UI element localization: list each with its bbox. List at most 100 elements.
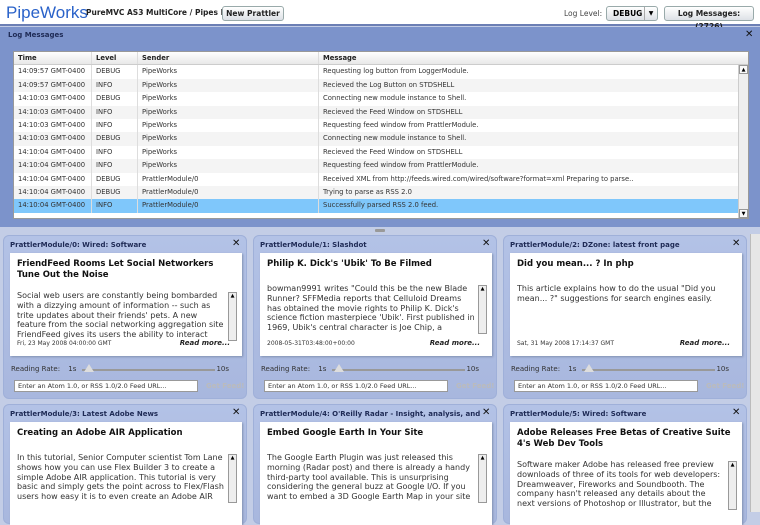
article-body: The Google Earth Plugin was just release… bbox=[267, 453, 471, 502]
cell-sender: PipeWorks bbox=[138, 118, 319, 133]
feed-url-input[interactable]: Enter an Atom 1.0, or RSS 1.0/2.0 Feed U… bbox=[14, 380, 198, 392]
scroll-up-icon[interactable]: ▲ bbox=[229, 455, 236, 461]
feed-url-input[interactable]: Enter an Atom 1.0, or RSS 1.0/2.0 Feed U… bbox=[264, 380, 448, 392]
read-more-link[interactable]: Read more... bbox=[680, 339, 730, 347]
app-logo: PipeWorks bbox=[6, 3, 88, 22]
slider-thumb[interactable] bbox=[84, 364, 94, 372]
reading-rate-label: Reading Rate: bbox=[11, 365, 61, 373]
reading-rate-slider[interactable] bbox=[82, 369, 215, 371]
table-row[interactable]: 14:10:04 GMT-0400 DEBUG PrattlerModule/0 Tr… bbox=[14, 185, 748, 200]
table-row[interactable]: 14:09:57 GMT-0400 INFO PipeWorks Recieved t… bbox=[14, 78, 748, 93]
cell-level: INFO bbox=[92, 145, 138, 160]
table-row[interactable]: 14:10:04 GMT-0400 DEBUG PrattlerModule/0 Re… bbox=[14, 172, 748, 186]
slider-thumb[interactable] bbox=[334, 364, 344, 372]
cell-level: DEBUG bbox=[92, 65, 138, 79]
feed-item-card: Philip K. Dick's 'Ubik' To Be Filmed bow… bbox=[260, 253, 492, 356]
reading-rate-min: 1s bbox=[318, 365, 327, 373]
log-level-select[interactable]: DEBUG ▼ bbox=[606, 6, 658, 21]
prattler-module: PrattlerModule/3: Latest Adobe News ✕ Cr… bbox=[3, 404, 247, 525]
cell-level: INFO bbox=[92, 199, 138, 213]
reading-rate-slider[interactable] bbox=[582, 369, 715, 371]
scroll-down-icon[interactable]: ▼ bbox=[739, 209, 748, 218]
cell-time: 14:10:04 GMT-0400 bbox=[14, 172, 92, 186]
table-row[interactable]: 14:10:04 GMT-0400 INFO PipeWorks Recieved t… bbox=[14, 145, 748, 160]
main-scrollbar[interactable] bbox=[750, 234, 760, 512]
divider-handle[interactable] bbox=[375, 229, 385, 232]
scroll-up-icon[interactable]: ▲ bbox=[479, 286, 486, 292]
cell-message: Recieved the Feed Window on STDSHELL bbox=[323, 107, 463, 116]
article-body: This article explains how to do the usua… bbox=[517, 284, 716, 303]
get-feed-button[interactable]: Get Feed! bbox=[706, 382, 744, 390]
read-more-link[interactable]: Read more... bbox=[430, 339, 480, 347]
log-table: Time Level Sender Message 14:09:57 GMT-0… bbox=[13, 51, 749, 219]
cell-message: Requesting feed window from PrattlerModu… bbox=[323, 120, 479, 129]
table-row[interactable]: 14:10:03 GMT-0400 DEBUG PipeWorks Connectin… bbox=[14, 92, 748, 106]
scroll-up-icon[interactable]: ▲ bbox=[479, 455, 486, 461]
cell-sender: PipeWorks bbox=[138, 159, 319, 173]
get-feed-button[interactable]: Get Feed! bbox=[206, 382, 244, 390]
cell-message: Trying to parse as RSS 2.0 bbox=[323, 187, 412, 196]
slider-thumb[interactable] bbox=[584, 364, 594, 372]
column-header-message[interactable]: Message bbox=[319, 52, 748, 64]
table-row[interactable]: 14:09:57 GMT-0400 DEBUG PipeWorks Requestin… bbox=[14, 65, 748, 79]
app-header: PipeWorks PureMVC AS3 MultiCore / Pipes … bbox=[0, 0, 760, 31]
close-icon[interactable]: ✕ bbox=[482, 407, 490, 418]
column-header-sender[interactable]: Sender bbox=[138, 52, 319, 65]
cell-level: INFO bbox=[92, 159, 138, 173]
prattler-module: PrattlerModule/0: Wired: Software ✕ Frie… bbox=[3, 235, 247, 399]
read-more-link[interactable]: Read more... bbox=[180, 339, 230, 347]
table-row[interactable]: 14:10:03 GMT-0400 INFO PipeWorks Requesting… bbox=[14, 118, 748, 133]
feed-url-input[interactable]: Enter an Atom 1.0, or RSS 1.0/2.0 Feed U… bbox=[514, 380, 698, 392]
column-header-level[interactable]: Level bbox=[92, 52, 138, 65]
log-messages-panel: Log Messages ✕ Time Level Sender Message… bbox=[0, 27, 760, 227]
feed-item-card: Did you mean... ? In php This article ex… bbox=[510, 253, 742, 356]
scroll-up-icon[interactable]: ▲ bbox=[739, 65, 748, 74]
cell-sender: PrattlerModule/0 bbox=[138, 172, 319, 186]
cell-sender: PipeWorks bbox=[138, 65, 319, 79]
log-level-value: DEBUG bbox=[613, 9, 643, 18]
article-scrollbar[interactable]: ▲ bbox=[228, 454, 237, 503]
get-feed-button[interactable]: Get Feed! bbox=[456, 382, 494, 390]
reading-rate-label: Reading Rate: bbox=[261, 365, 311, 373]
cell-sender: PipeWorks bbox=[138, 132, 319, 146]
close-icon[interactable]: ✕ bbox=[482, 238, 490, 249]
scroll-up-icon[interactable]: ▲ bbox=[729, 462, 736, 468]
log-messages-button[interactable]: Log Messages: (2726) bbox=[664, 6, 754, 31]
close-icon[interactable]: ✕ bbox=[232, 407, 240, 418]
table-header: Time Level Sender Message bbox=[14, 52, 748, 66]
cell-time: 14:10:03 GMT-0400 bbox=[14, 118, 92, 133]
log-scrollbar[interactable]: ▲ ▼ bbox=[738, 65, 748, 218]
prattler-module: PrattlerModule/4: O'Reilly Radar - Insig… bbox=[253, 404, 497, 525]
article-body: bowman9991 writes "Could this be the new… bbox=[267, 284, 475, 333]
new-prattler-button[interactable]: New Prattler bbox=[222, 6, 284, 21]
article-scrollbar[interactable]: ▲ bbox=[228, 292, 237, 341]
feed-item-card: Creating an Adobe AIR Application In thi… bbox=[10, 422, 242, 525]
close-icon[interactable]: ✕ bbox=[732, 238, 740, 249]
reading-rate-slider[interactable] bbox=[332, 369, 465, 371]
feed-item-card: Embed Google Earth In Your Site The Goog… bbox=[260, 422, 492, 525]
panel-title: Log Messages bbox=[8, 31, 64, 39]
module-title: PrattlerModule/5: Wired: Software bbox=[510, 410, 647, 418]
article-date: Fri, 23 May 2008 04:00:00 GMT bbox=[17, 340, 112, 347]
close-icon[interactable]: ✕ bbox=[732, 407, 740, 418]
article-scrollbar[interactable]: ▲ bbox=[478, 285, 487, 334]
close-icon[interactable]: ✕ bbox=[745, 29, 753, 40]
article-scrollbar[interactable]: ▲ bbox=[728, 461, 737, 510]
prattler-module: PrattlerModule/5: Wired: Software ✕ Adob… bbox=[503, 404, 747, 525]
scroll-up-icon[interactable]: ▲ bbox=[229, 293, 236, 299]
table-row[interactable]: 14:10:03 GMT-0400 INFO PipeWorks Recieved t… bbox=[14, 105, 748, 119]
cell-time: 14:10:03 GMT-0400 bbox=[14, 92, 92, 106]
reading-rate-max: 10s bbox=[716, 365, 729, 373]
table-row[interactable]: 14:10:04 GMT-0400 INFO PrattlerModule/0 Suc… bbox=[14, 199, 748, 213]
article-scrollbar[interactable]: ▲ bbox=[478, 454, 487, 503]
cell-sender: PipeWorks bbox=[138, 78, 319, 93]
cell-level: INFO bbox=[92, 105, 138, 119]
cell-time: 14:10:03 GMT-0400 bbox=[14, 105, 92, 119]
column-header-time[interactable]: Time bbox=[14, 52, 92, 65]
table-row[interactable]: 14:10:03 GMT-0400 DEBUG PipeWorks Connectin… bbox=[14, 132, 748, 146]
cell-sender: PipeWorks bbox=[138, 145, 319, 160]
close-icon[interactable]: ✕ bbox=[232, 238, 240, 249]
article-title: FriendFeed Rooms Let Social Networkers T… bbox=[17, 259, 214, 280]
cell-sender: PipeWorks bbox=[138, 105, 319, 119]
table-row[interactable]: 14:10:04 GMT-0400 INFO PipeWorks Requesting… bbox=[14, 159, 748, 173]
